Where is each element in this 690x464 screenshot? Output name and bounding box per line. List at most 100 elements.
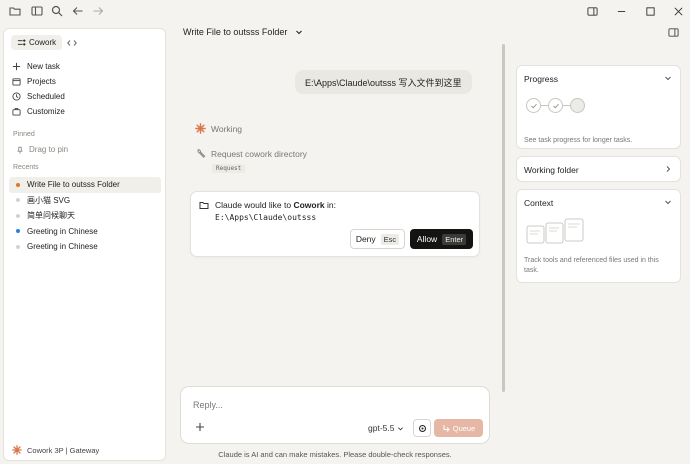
account-footer[interactable]: Cowork 3P | Gateway [12, 445, 99, 455]
chevron-down-icon [398, 426, 404, 430]
allow-label: Allow [416, 234, 438, 244]
recent-item-label: Greeting in Chinese [27, 226, 98, 236]
recent-item-label: 简单问候聊天 [27, 211, 75, 221]
pinned-heading: Pinned [13, 131, 35, 138]
permission-path: E:\Apps\Claude\outsss [215, 213, 317, 222]
pin-icon [17, 146, 23, 154]
mode-cowork-button[interactable]: Cowork [11, 35, 63, 50]
recent-item[interactable]: 简单问候聊天 [9, 208, 161, 224]
claude-logo-icon [12, 445, 22, 455]
maximize-icon[interactable] [642, 3, 658, 19]
chevron-down-icon[interactable] [664, 74, 672, 82]
status-text: Working [211, 123, 243, 134]
tool-call-row[interactable]: Request cowork directory [195, 148, 307, 159]
queue-button[interactable]: Queue [434, 419, 483, 437]
context-title: Context [524, 198, 554, 208]
pin-hint-label: Drag to pin [29, 145, 69, 154]
step-pending-icon [570, 98, 585, 113]
context-files-illustration [526, 218, 584, 244]
working-status: Working [195, 123, 242, 134]
progress-panel: Progress See task progress for longer ta… [516, 65, 681, 149]
clock-icon [12, 92, 21, 101]
scrollbar[interactable] [502, 44, 505, 392]
allow-button[interactable]: Allow Enter [410, 229, 473, 249]
add-attachment-icon[interactable] [195, 422, 205, 432]
permission-message: Claude would like to Cowork in: [215, 200, 336, 210]
folder-icon [12, 78, 21, 86]
reply-input[interactable]: Reply... [193, 400, 223, 410]
recent-item-label: 画小猫 SVG [27, 195, 71, 205]
tool-icon [197, 149, 206, 158]
recent-item[interactable]: 画小猫 SVG [9, 193, 161, 209]
allow-shortcut: Enter [442, 233, 467, 245]
split-view-icon[interactable] [584, 3, 600, 19]
user-message: E:\Apps\Claude\outsss 写入文件到这里 [295, 70, 472, 94]
sidebar-item-projects[interactable]: Projects [12, 74, 160, 89]
sidebar: Cowork New task Projects Scheduled Custo… [3, 28, 166, 461]
composer: Reply... gpt-5.5 Queue [180, 386, 490, 444]
mode-switcher: Cowork [11, 35, 78, 50]
sidebar-item-label: Scheduled [27, 92, 65, 101]
back-arrow-icon[interactable] [71, 4, 85, 18]
record-button[interactable] [413, 419, 431, 437]
forward-arrow-icon[interactable] [91, 4, 105, 18]
title-bar [0, 0, 690, 22]
chevron-down-icon [296, 30, 303, 35]
panel-toggle-icon[interactable] [668, 27, 680, 39]
sidebar-icon[interactable] [30, 4, 44, 18]
disclaimer: Claude is AI and can make mistakes. Plea… [218, 450, 452, 459]
folder-icon [199, 200, 209, 210]
sidebar-item-new-task[interactable]: New task [12, 59, 160, 74]
recent-item[interactable]: Greeting in Chinese [9, 239, 161, 255]
permission-app: Cowork [293, 200, 325, 210]
context-panel: Context Track tools and referenced files… [516, 189, 681, 283]
folder-icon[interactable] [8, 4, 22, 18]
record-icon [418, 424, 426, 432]
chevron-right-icon [664, 165, 672, 173]
step-done-icon [526, 98, 541, 113]
permission-request-card: Claude would like to Cowork in: E:\Apps\… [190, 191, 480, 257]
sidebar-item-scheduled[interactable]: Scheduled [12, 89, 160, 104]
status-dot [16, 182, 20, 187]
status-dot [16, 229, 20, 234]
progress-title: Progress [524, 74, 559, 84]
tool-call-label: Request cowork directory [211, 148, 307, 159]
tool-call-tag: Request [212, 164, 246, 173]
recent-item-label: Greeting in Chinese [27, 242, 98, 252]
step-connector [563, 105, 570, 106]
status-dot [16, 213, 20, 218]
recents-heading: Recents [13, 164, 39, 171]
deny-shortcut: Esc [380, 233, 400, 245]
code-icon[interactable] [66, 37, 78, 49]
permission-prefix: Claude would like to [215, 200, 294, 210]
sidebar-item-label: Projects [27, 77, 56, 86]
sidebar-item-label: New task [27, 62, 60, 71]
recent-item[interactable]: Write File to outsss Folder [9, 177, 161, 193]
page-title: Write File to outsss Folder [183, 27, 288, 37]
recent-item-label: Write File to outsss Folder [27, 180, 120, 190]
context-description: Track tools and referenced files used in… [524, 257, 659, 274]
model-selector[interactable]: gpt-5.5 [368, 423, 404, 433]
plus-icon [12, 62, 21, 71]
close-icon[interactable] [670, 3, 686, 19]
deny-button[interactable]: Deny Esc [350, 229, 405, 249]
footer-label: Cowork 3P | Gateway [27, 445, 100, 455]
chevron-down-icon[interactable] [664, 198, 672, 206]
cowork-mode-icon [17, 39, 26, 46]
enter-arrow-icon [443, 425, 450, 432]
recent-item[interactable]: Greeting in Chinese [9, 224, 161, 240]
search-icon[interactable] [50, 4, 64, 18]
status-dot [16, 198, 20, 203]
working-folder-panel[interactable]: Working folder [516, 156, 681, 182]
status-dot [16, 244, 20, 249]
queue-label: Queue [452, 423, 476, 433]
conversation-title-dropdown[interactable]: Write File to outsss Folder [183, 27, 303, 37]
deny-label: Deny [355, 234, 376, 244]
sidebar-item-customize[interactable]: Customize [12, 104, 160, 119]
mode-label: Cowork [29, 38, 57, 47]
progress-steps [526, 98, 585, 113]
working-folder-title: Working folder [524, 165, 579, 175]
sidebar-item-label: Customize [27, 107, 65, 116]
minimize-icon[interactable] [613, 3, 629, 19]
step-done-icon [548, 98, 563, 113]
